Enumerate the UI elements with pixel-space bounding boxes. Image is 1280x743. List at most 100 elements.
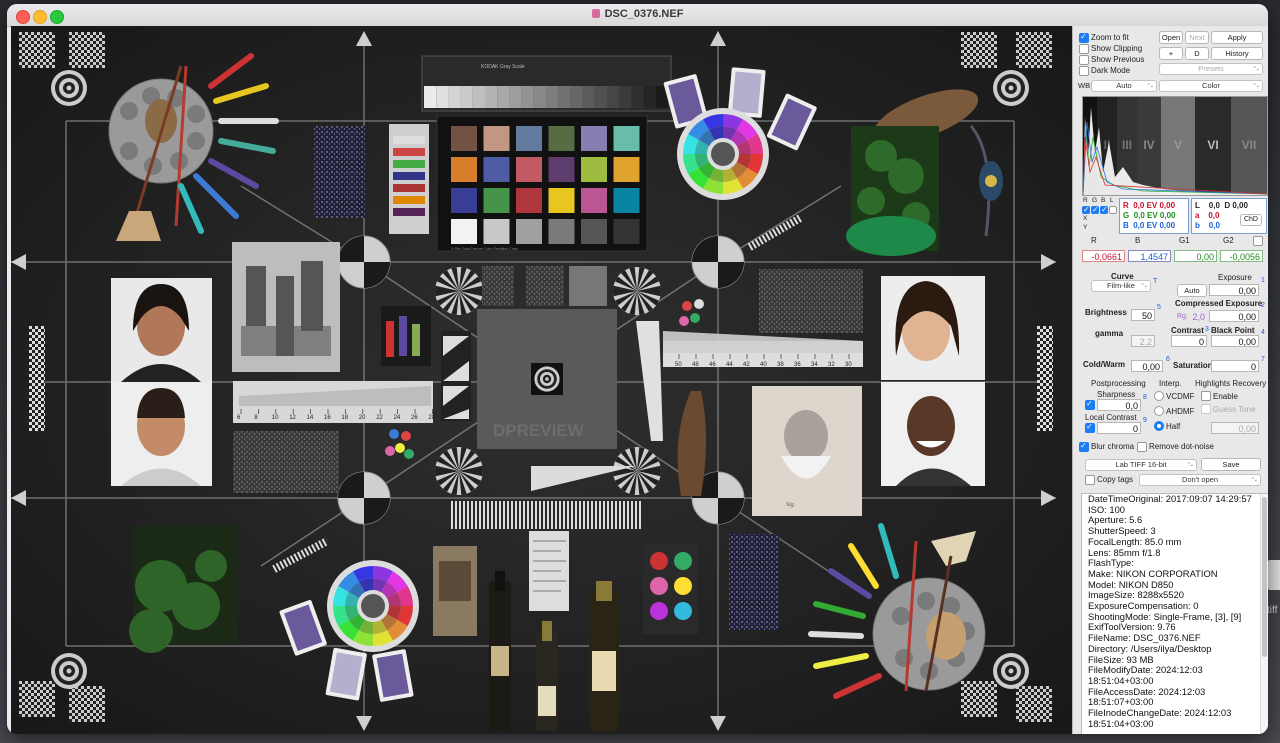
colorchecker-patch <box>483 157 510 182</box>
interp-label: Interp. <box>1159 379 1182 388</box>
wb-select[interactable]: Auto <box>1091 80 1157 92</box>
g2-checkbox[interactable] <box>1253 236 1263 246</box>
x-label: X <box>1083 215 1088 222</box>
highlights-recovery-label: Highlights Recovery <box>1195 379 1267 388</box>
ev-val: 0,0 EV 0,00 <box>1133 201 1176 210</box>
colorchecker-patch <box>451 157 477 182</box>
output-format-select[interactable]: Lab TIFF 16-bit <box>1085 459 1197 471</box>
compressed-num: 2 <box>1261 302 1265 309</box>
chd-button[interactable]: ChD <box>1240 214 1262 226</box>
remove-dot-noise-label: Remove dot-noise <box>1149 442 1214 451</box>
metadata-scrollbar[interactable] <box>1260 494 1268 734</box>
channel-label-l: L <box>1110 197 1114 204</box>
zoom-to-fit-checkbox[interactable] <box>1079 32 1089 43</box>
window-title: DSC_0376.NEF <box>7 8 1268 20</box>
dark-mode-checkbox[interactable] <box>1079 66 1089 76</box>
sharpness-field[interactable]: 0,0 <box>1097 399 1141 411</box>
local-contrast-checkbox[interactable] <box>1085 422 1095 433</box>
b-coef-field[interactable]: 1,4547 <box>1128 250 1171 262</box>
save-button[interactable]: Save <box>1201 458 1261 471</box>
colorchecker-patch <box>548 219 575 244</box>
colorchecker-patch <box>516 157 542 182</box>
saturation-field[interactable]: 0 <box>1211 360 1259 372</box>
metadata-scroll-thumb[interactable] <box>1262 497 1267 657</box>
remove-dot-noise-checkbox[interactable] <box>1137 442 1147 452</box>
guess-tone-checkbox[interactable] <box>1201 404 1211 414</box>
apply-button[interactable]: Apply <box>1211 31 1263 44</box>
colorchecker-patch <box>516 219 542 244</box>
next-button[interactable]: Next <box>1185 31 1209 44</box>
open-button[interactable]: Open <box>1159 31 1183 44</box>
color-select[interactable]: Color <box>1159 80 1263 92</box>
interp-ahdmf-radio[interactable] <box>1154 406 1164 416</box>
interp-half-label: Half <box>1166 422 1181 431</box>
cold-warm-field[interactable]: 0,00 <box>1131 360 1163 372</box>
highlights-field[interactable]: 0,00 <box>1211 422 1259 434</box>
g2-coef-field[interactable]: -0,0056 <box>1220 250 1263 262</box>
show-clipping-checkbox[interactable] <box>1079 44 1089 54</box>
gray-step <box>570 86 583 108</box>
gray-step <box>472 86 485 108</box>
ruler-label: 18 <box>341 415 348 421</box>
ev-line-b: B 0,0 EV 0,00 <box>1123 221 1175 230</box>
exposure-field[interactable]: 0,00 <box>1209 284 1259 296</box>
image-preview[interactable]: KODAK Gray Scale X-Rite ColorChecker Col… <box>11 26 1072 734</box>
d-button[interactable]: D <box>1185 47 1209 60</box>
ruler-label: 48 <box>692 362 699 368</box>
r-coef-field[interactable]: -0,0661 <box>1082 250 1125 262</box>
g1-coef-field[interactable]: 0,00 <box>1174 250 1217 262</box>
show-previous-label: Show Previous <box>1091 55 1145 64</box>
colorchecker-patch <box>581 126 607 151</box>
local-contrast-field[interactable]: 0 <box>1097 422 1141 434</box>
contrast-field[interactable]: 0 <box>1171 335 1207 347</box>
postprocessing-label: Postprocessing <box>1091 379 1146 388</box>
gray-step <box>521 86 534 108</box>
presets-select[interactable]: Presets <box>1159 63 1263 75</box>
metadata-line: FocalLength: 85.0 mm <box>1088 535 1182 547</box>
metadata-list[interactable]: DateTimeOriginal: 2017:09:07 14:29:57 ISO… <box>1081 493 1268 734</box>
after-save-select[interactable]: Don't open <box>1139 474 1261 486</box>
window-title-text: DSC_0376.NEF <box>604 8 684 20</box>
brightness-field[interactable]: 50 <box>1131 309 1155 321</box>
colorchecker-patch <box>516 126 542 151</box>
copy-tags-checkbox[interactable] <box>1085 475 1095 485</box>
interp-vcdmf-radio[interactable] <box>1154 391 1164 401</box>
contrast-label: Contrast <box>1171 326 1204 335</box>
exposure-num: 1 <box>1261 277 1265 284</box>
channel-r-checkbox[interactable] <box>1082 205 1090 214</box>
gamma-field[interactable]: 2,2 <box>1131 335 1155 347</box>
saturation-label: Saturation <box>1173 361 1213 370</box>
blur-chroma-checkbox[interactable] <box>1079 441 1089 452</box>
auto-exposure-button[interactable]: Auto <box>1177 284 1207 297</box>
rg-value[interactable]: 2,0 <box>1188 310 1208 322</box>
compressed-exposure-label: Compressed Exposure <box>1175 299 1263 308</box>
brightness-num: 5 <box>1157 304 1161 311</box>
channel-b-checkbox[interactable] <box>1100 205 1108 214</box>
black-point-field[interactable]: 0,00 <box>1211 335 1259 347</box>
sharpness-checkbox[interactable] <box>1085 399 1095 410</box>
lab-val: 0,0 <box>1208 211 1220 220</box>
brightness-label: Brightness <box>1085 308 1127 317</box>
colorchecker-caption: X-Rite ColorChecker Color Rendition Char… <box>451 247 518 251</box>
lab-ch: L <box>1195 201 1200 210</box>
colorchecker-patch <box>581 188 607 213</box>
gray-step <box>643 86 656 108</box>
ruler-label: 24 <box>394 415 401 421</box>
ev-val: 0,0 EV 0,00 <box>1133 221 1176 230</box>
highlights-enable-checkbox[interactable] <box>1201 391 1211 401</box>
blur-chroma-label: Blur chroma <box>1091 442 1135 451</box>
history-button[interactable]: History <box>1211 47 1263 60</box>
metadata-line: 18:51:04+03:00 <box>1088 717 1154 729</box>
sharpness-num: 8 <box>1143 394 1147 401</box>
interp-half-radio[interactable] <box>1154 421 1164 431</box>
curve-select[interactable]: Film-like <box>1091 280 1151 292</box>
plus-button[interactable]: + <box>1159 47 1183 60</box>
ruler-label: 10 <box>272 415 279 421</box>
colorchecker-patch <box>581 157 607 182</box>
lab-readout: L 0,0 D 0,00 a 0,0 b 0,0 ChD <box>1191 198 1267 234</box>
local-contrast-num: 9 <box>1143 417 1147 424</box>
channel-l-checkbox[interactable] <box>1109 206 1117 214</box>
channel-g-checkbox[interactable] <box>1091 205 1099 214</box>
show-previous-checkbox[interactable] <box>1079 55 1089 65</box>
compressed-exposure-field[interactable]: 0,00 <box>1209 310 1259 322</box>
